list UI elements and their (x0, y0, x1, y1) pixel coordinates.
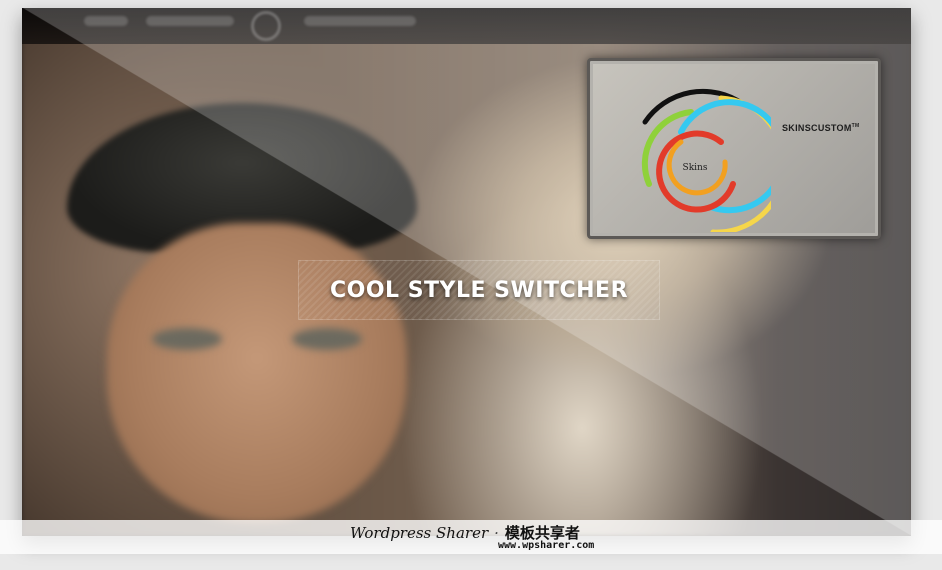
skinscustom-brand: SKINSCUSTOMTM (782, 123, 859, 133)
skins-rings-icon: Skins (641, 88, 771, 232)
hero-title-banner: COOL STYLE SWITCHER (298, 260, 660, 320)
watermark-title-en: Wordpress Sharer (350, 524, 489, 542)
brand-suffix: CUSTOM (811, 123, 852, 133)
brand-trademark: TM (851, 123, 860, 129)
promo-card-inner: Skins SKINSCUSTOMTM (593, 64, 875, 233)
hero-slider: COOL STYLE SWITCHER Skins SKINSCUSTOMTM (22, 8, 911, 536)
hero-title: COOL STYLE SWITCHER (329, 277, 629, 303)
skins-promo-card[interactable]: Skins SKINSCUSTOMTM (587, 58, 881, 239)
watermark-url: www.wpsharer.com (498, 540, 595, 551)
rings-label: Skins (683, 163, 708, 173)
brand-prefix: SKINS (782, 123, 812, 133)
